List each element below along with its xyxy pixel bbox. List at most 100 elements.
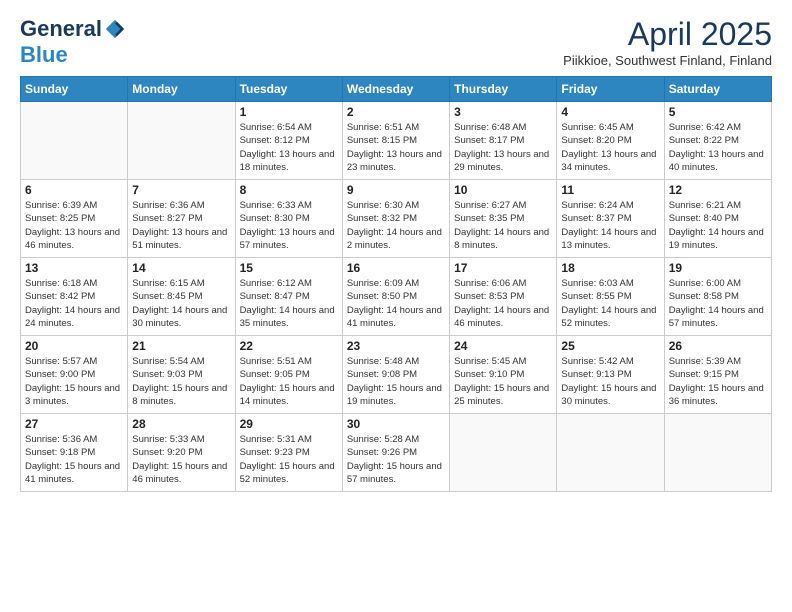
calendar-cell: 10 Sunrise: 6:27 AM Sunset: 8:35 PM Dayli… [450,180,557,258]
calendar-cell [21,102,128,180]
calendar-cell [128,102,235,180]
week-row-1: 6Sunrise: 6:39 AM Sunset: 8:25 PM Daylig… [21,180,772,258]
logo-general: General [20,16,102,42]
day-info: Sunrise: 6:42 AM Sunset: 8:22 PM Dayligh… [669,121,767,174]
day-number: 3 [454,105,552,119]
calendar-cell [664,414,771,492]
day-info: Sunrise: 5:42 AM Sunset: 9:13 PM Dayligh… [561,355,659,408]
day-info: Sunrise: 6:15 AM Sunset: 8:45 PM Dayligh… [132,277,230,330]
subtitle: Piikkioe, Southwest Finland, Finland [563,53,772,68]
calendar-cell: 6Sunrise: 6:39 AM Sunset: 8:25 PM Daylig… [21,180,128,258]
day-info: Sunrise: 6:09 AM Sunset: 8:50 PM Dayligh… [347,277,445,330]
day-info: Sunrise: 6:18 AM Sunset: 8:42 PM Dayligh… [25,277,123,330]
day-number: 16 [347,261,445,275]
calendar-cell: 15Sunrise: 6:12 AM Sunset: 8:47 PM Dayli… [235,258,342,336]
calendar-cell: 7 Sunrise: 6:36 AM Sunset: 8:27 PM Daylig… [128,180,235,258]
day-number: 20 [25,339,123,353]
calendar-cell: 3 Sunrise: 6:48 AM Sunset: 8:17 PM Daylig… [450,102,557,180]
day-number: 11 [561,183,659,197]
calendar-header: SundayMondayTuesdayWednesdayThursdayFrid… [21,77,772,102]
day-number: 18 [561,261,659,275]
day-info: Sunrise: 5:31 AM Sunset: 9:23 PM Dayligh… [240,433,338,486]
col-header-thursday: Thursday [450,77,557,102]
calendar-cell [450,414,557,492]
calendar-cell: 27Sunrise: 5:36 AM Sunset: 9:18 PM Dayli… [21,414,128,492]
day-info: Sunrise: 6:33 AM Sunset: 8:30 PM Dayligh… [240,199,338,252]
logo: General Blue [20,16,126,68]
logo-blue-text: Blue [20,42,68,68]
day-info: Sunrise: 5:48 AM Sunset: 9:08 PM Dayligh… [347,355,445,408]
day-info: Sunrise: 5:54 AM Sunset: 9:03 PM Dayligh… [132,355,230,408]
day-info: Sunrise: 5:45 AM Sunset: 9:10 PM Dayligh… [454,355,552,408]
col-header-friday: Friday [557,77,664,102]
day-number: 7 [132,183,230,197]
day-number: 10 [454,183,552,197]
calendar-cell: 13 Sunrise: 6:18 AM Sunset: 8:42 PM Dayli… [21,258,128,336]
day-info: Sunrise: 6:30 AM Sunset: 8:32 PM Dayligh… [347,199,445,252]
header-row: SundayMondayTuesdayWednesdayThursdayFrid… [21,77,772,102]
day-number: 8 [240,183,338,197]
page: General Blue April 2025 Piikkioe, Southw… [0,0,792,612]
day-info: Sunrise: 6:00 AM Sunset: 8:58 PM Dayligh… [669,277,767,330]
day-info: Sunrise: 5:57 AM Sunset: 9:00 PM Dayligh… [25,355,123,408]
calendar-cell [557,414,664,492]
day-info: Sunrise: 6:27 AM Sunset: 8:35 PM Dayligh… [454,199,552,252]
calendar-cell: 23Sunrise: 5:48 AM Sunset: 9:08 PM Dayli… [342,336,449,414]
week-row-0: 1Sunrise: 6:54 AM Sunset: 8:12 PM Daylig… [21,102,772,180]
calendar-cell: 16 Sunrise: 6:09 AM Sunset: 8:50 PM Dayli… [342,258,449,336]
day-number: 12 [669,183,767,197]
calendar-cell: 17 Sunrise: 6:06 AM Sunset: 8:53 PM Dayli… [450,258,557,336]
day-info: Sunrise: 5:51 AM Sunset: 9:05 PM Dayligh… [240,355,338,408]
calendar-cell: 9 Sunrise: 6:30 AM Sunset: 8:32 PM Daylig… [342,180,449,258]
day-number: 27 [25,417,123,431]
calendar-cell: 2Sunrise: 6:51 AM Sunset: 8:15 PM Daylig… [342,102,449,180]
logo-text: General [20,16,126,42]
day-info: Sunrise: 6:06 AM Sunset: 8:53 PM Dayligh… [454,277,552,330]
day-info: Sunrise: 6:36 AM Sunset: 8:27 PM Dayligh… [132,199,230,252]
day-info: Sunrise: 6:24 AM Sunset: 8:37 PM Dayligh… [561,199,659,252]
calendar-cell: 25 Sunrise: 5:42 AM Sunset: 9:13 PM Dayli… [557,336,664,414]
calendar-cell: 20 Sunrise: 5:57 AM Sunset: 9:00 PM Dayli… [21,336,128,414]
day-number: 4 [561,105,659,119]
day-number: 24 [454,339,552,353]
calendar-cell: 29 Sunrise: 5:31 AM Sunset: 9:23 PM Dayli… [235,414,342,492]
col-header-tuesday: Tuesday [235,77,342,102]
calendar-cell: 22 Sunrise: 5:51 AM Sunset: 9:05 PM Dayli… [235,336,342,414]
col-header-saturday: Saturday [664,77,771,102]
day-info: Sunrise: 6:12 AM Sunset: 8:47 PM Dayligh… [240,277,338,330]
day-number: 30 [347,417,445,431]
col-header-sunday: Sunday [21,77,128,102]
calendar-cell: 1Sunrise: 6:54 AM Sunset: 8:12 PM Daylig… [235,102,342,180]
day-info: Sunrise: 5:28 AM Sunset: 9:26 PM Dayligh… [347,433,445,486]
calendar-cell: 4Sunrise: 6:45 AM Sunset: 8:20 PM Daylig… [557,102,664,180]
day-info: Sunrise: 6:48 AM Sunset: 8:17 PM Dayligh… [454,121,552,174]
day-number: 26 [669,339,767,353]
day-number: 22 [240,339,338,353]
day-info: Sunrise: 5:33 AM Sunset: 9:20 PM Dayligh… [132,433,230,486]
header: General Blue April 2025 Piikkioe, Southw… [20,16,772,68]
calendar-cell: 8 Sunrise: 6:33 AM Sunset: 8:30 PM Daylig… [235,180,342,258]
calendar-cell: 14 Sunrise: 6:15 AM Sunset: 8:45 PM Dayli… [128,258,235,336]
day-info: Sunrise: 6:54 AM Sunset: 8:12 PM Dayligh… [240,121,338,174]
col-header-wednesday: Wednesday [342,77,449,102]
col-header-monday: Monday [128,77,235,102]
day-number: 17 [454,261,552,275]
day-number: 21 [132,339,230,353]
day-number: 28 [132,417,230,431]
calendar-cell: 11 Sunrise: 6:24 AM Sunset: 8:37 PM Dayli… [557,180,664,258]
day-number: 29 [240,417,338,431]
day-info: Sunrise: 6:39 AM Sunset: 8:25 PM Dayligh… [25,199,123,252]
day-number: 9 [347,183,445,197]
calendar-cell: 30 Sunrise: 5:28 AM Sunset: 9:26 PM Dayli… [342,414,449,492]
day-number: 25 [561,339,659,353]
day-number: 5 [669,105,767,119]
calendar-cell: 18Sunrise: 6:03 AM Sunset: 8:55 PM Dayli… [557,258,664,336]
calendar-cell: 24 Sunrise: 5:45 AM Sunset: 9:10 PM Dayli… [450,336,557,414]
title-block: April 2025 Piikkioe, Southwest Finland, … [563,16,772,68]
day-number: 14 [132,261,230,275]
day-number: 19 [669,261,767,275]
day-number: 13 [25,261,123,275]
day-info: Sunrise: 6:51 AM Sunset: 8:15 PM Dayligh… [347,121,445,174]
calendar-cell: 26Sunrise: 5:39 AM Sunset: 9:15 PM Dayli… [664,336,771,414]
main-title: April 2025 [563,16,772,53]
